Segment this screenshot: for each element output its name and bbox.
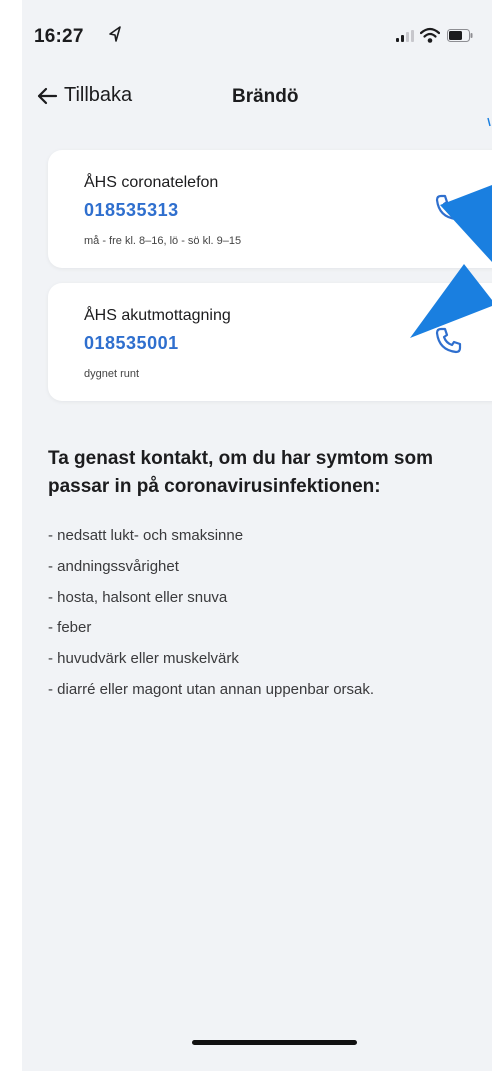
symptom-item: - feber <box>48 619 92 637</box>
contact-card-corona: ÅHS coronatelefon 018535313 må - fre kl.… <box>48 150 492 268</box>
contact-card-emergency: ÅHS akutmottagning 018535001 dygnet runt <box>48 283 492 401</box>
contact-name: ÅHS akutmottagning <box>84 307 231 324</box>
contact-hours: dygnet runt <box>84 368 140 380</box>
contact-hours: må - fre kl. 8–16, lö - sö kl. 9–15 <box>84 235 242 247</box>
back-label: Tillbaka <box>64 84 133 106</box>
symptom-item: - andningssvårighet <box>48 557 179 575</box>
symptom-heading: Ta genast kontakt, om du har symtom som … <box>48 448 434 497</box>
contact-name: ÅHS coronatelefon <box>84 174 219 191</box>
status-bar: 16:27 <box>22 0 492 72</box>
battery-icon <box>447 29 473 42</box>
symptom-list: - nedsatt lukt- och smaksinne - andnings… <box>48 521 374 706</box>
phone-icon[interactable] <box>432 192 464 224</box>
contact-phone-number[interactable]: 018535001 <box>84 333 179 354</box>
arrow-left-icon <box>37 87 58 104</box>
nav-bar: Tillbaka Brändö <box>22 72 492 122</box>
signal-icon <box>396 30 414 42</box>
contact-phone-number[interactable]: 018535313 <box>84 200 179 221</box>
symptom-item: - nedsatt lukt- och smaksinne <box>48 527 244 544</box>
symptom-item: - huvudvärk eller muskelvärk <box>48 650 239 668</box>
page-title: Brändö <box>232 86 299 107</box>
wifi-icon <box>420 27 440 43</box>
home-indicator[interactable] <box>192 1040 357 1045</box>
phone-icon[interactable] <box>432 325 464 357</box>
location-arrow-icon <box>109 26 121 42</box>
back-button[interactable]: Tillbaka <box>36 84 132 107</box>
symptom-item: - hosta, halsont eller snuva <box>48 588 228 606</box>
status-time: 16:27 <box>34 26 84 47</box>
symptom-item: - diarré eller magont utan annan uppenba… <box>48 680 375 698</box>
app-screen: 16:27 Tillbaka Brändö ÅHS coronatelefon … <box>22 0 492 1071</box>
